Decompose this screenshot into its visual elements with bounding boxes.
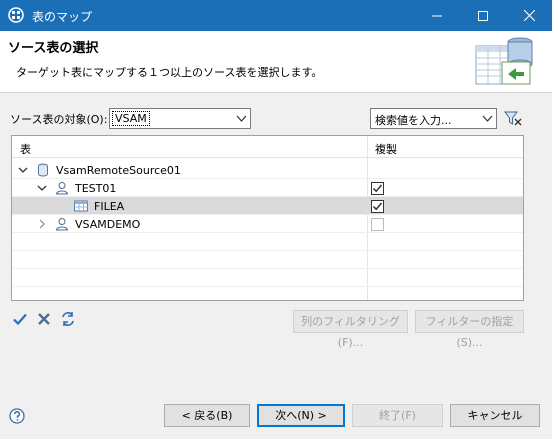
title-bar: 表のマップ <box>0 0 552 31</box>
chevron-right-icon[interactable] <box>37 219 47 229</box>
tree-row-label: VSAMDEMO <box>75 218 141 231</box>
chevron-down-icon[interactable] <box>37 183 47 193</box>
column-filter-button[interactable]: 列のフィルタリング(F)... <box>293 310 408 349</box>
close-button[interactable] <box>506 0 552 31</box>
database-icon <box>38 163 48 177</box>
replicate-checkbox <box>371 218 384 231</box>
checkmark-icon <box>372 184 383 193</box>
back-button[interactable]: < 戻る(B) <box>164 404 250 427</box>
uncheck-all-icon[interactable] <box>36 311 52 327</box>
tree-row-vsamremotesource01[interactable]: VsamRemoteSource01 <box>12 161 523 179</box>
tree-row-filea[interactable]: FILEA <box>12 197 523 215</box>
window-title: 表のマップ <box>32 10 93 24</box>
tree-row-empty <box>12 233 523 251</box>
tree-row-label: FILEA <box>94 200 125 213</box>
tree-row-label: VsamRemoteSource01 <box>56 164 181 177</box>
tree-row-vsamdemo[interactable]: VSAMDEMO <box>12 215 523 233</box>
tree-row-empty <box>12 251 523 269</box>
refresh-icon[interactable] <box>60 311 76 327</box>
filter-icon[interactable] <box>504 110 522 126</box>
replicate-checkbox[interactable] <box>371 200 384 213</box>
source-target-select[interactable]: VSAM <box>109 108 251 129</box>
wizard-header: ソース表の選択 ターゲット表にマップする１つ以上のソース表を選択します。 <box>0 31 552 93</box>
tree-row-label: TEST01 <box>75 182 117 195</box>
schema-user-icon <box>55 218 69 231</box>
source-table-tree[interactable]: 表 複製 VsamRemoteSource01 TEST01 FILEA VSA… <box>11 135 524 301</box>
close-icon <box>523 10 535 21</box>
chevron-down-icon <box>236 115 247 122</box>
search-input[interactable]: 検索値を入力... <box>370 108 497 129</box>
maximize-button[interactable] <box>460 0 506 31</box>
source-target-label: ソース表の対象(O): <box>10 113 108 126</box>
schema-user-icon <box>55 182 69 195</box>
source-target-value: VSAM <box>112 111 150 126</box>
minimize-button[interactable] <box>414 0 460 31</box>
next-button[interactable]: 次へ(N) > <box>257 404 345 427</box>
tree-header: 表 複製 <box>12 136 523 158</box>
column-header-table[interactable]: 表 <box>20 141 31 157</box>
table-icon <box>74 200 88 212</box>
cancel-button[interactable]: キャンセル <box>450 404 540 427</box>
app-icon <box>8 7 24 23</box>
finish-button[interactable]: 終了(F) <box>352 404 443 427</box>
maximize-icon <box>478 10 488 21</box>
help-icon[interactable] <box>8 407 26 425</box>
replicate-checkbox[interactable] <box>371 182 384 195</box>
search-placeholder: 検索値を入力... <box>375 114 452 127</box>
minimize-icon <box>432 15 442 16</box>
filter-spec-button[interactable]: フィルターの指定(S)... <box>415 310 524 349</box>
check-all-icon[interactable] <box>12 311 28 327</box>
column-header-replicate[interactable]: 複製 <box>375 141 397 157</box>
checkmark-icon <box>372 202 383 211</box>
chevron-down-icon <box>482 115 493 122</box>
table-mapping-wizard-icon <box>475 37 533 85</box>
tree-row-test01[interactable]: TEST01 <box>12 179 523 197</box>
page-description: ターゲット表にマップする１つ以上のソース表を選択します。 <box>16 66 323 79</box>
chevron-down-icon[interactable] <box>18 165 28 175</box>
page-title: ソース表の選択 <box>8 41 99 56</box>
tree-row-empty <box>12 269 523 287</box>
